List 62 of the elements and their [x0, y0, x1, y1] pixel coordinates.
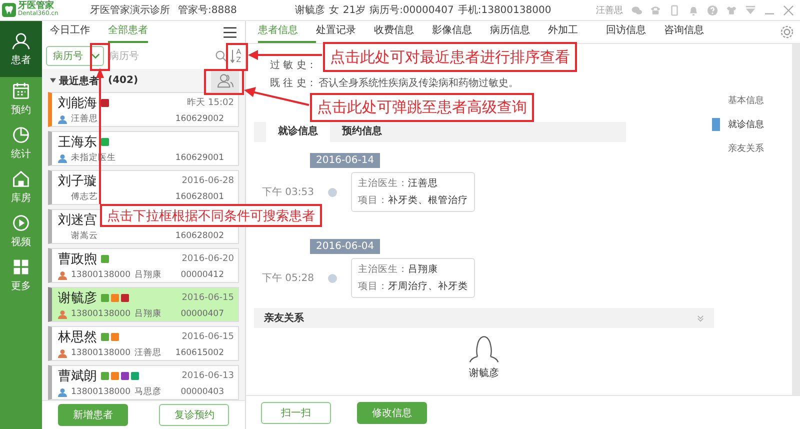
record-number: 160628001 — [175, 192, 224, 202]
doctor-name: 吕翔康 — [134, 269, 162, 281]
field-label: 既 往 史： — [270, 78, 316, 90]
doctor-name: 马思彦 — [134, 386, 162, 398]
annotation-tooltip: 点击此处可对最近患者进行排序查看 — [323, 42, 577, 72]
patient-phone: 13800138000 — [71, 270, 130, 280]
field-label: 主治医生： — [358, 178, 408, 189]
field-label: 过 敏 史： — [270, 60, 316, 72]
date-pill: 2016-06-14 — [310, 152, 380, 168]
logo-name: 牙医管家 — [18, 2, 54, 10]
visit-time: 下午 05:28 — [262, 272, 314, 285]
patient-name: 刘迷宫 — [58, 212, 97, 228]
date-pill: 2016-06-04 — [310, 238, 380, 254]
clinic-name: 牙医管家演示诊所 — [90, 4, 170, 17]
patient-name: 林思然 — [58, 328, 97, 346]
record-number: 病历号:00000407 — [370, 4, 454, 17]
visit-date: 2016-06-20 — [182, 254, 234, 264]
doctor-name: 汪善思 — [71, 113, 98, 125]
record-number: 160628002 — [175, 231, 224, 241]
field-value: 否认全身系统性疾病及传染病和药物过敏史。 — [318, 78, 518, 90]
field-label: 项目： — [358, 195, 388, 206]
patient-name: 王海东 — [58, 134, 97, 150]
visit-date: 2016-06-13 — [182, 370, 234, 380]
section-title: 亲友关系 — [264, 311, 304, 325]
field-value: 补牙类、根管治疗 — [388, 195, 468, 206]
record-number: 160615002 — [175, 348, 224, 358]
field-label: 项目： — [358, 281, 388, 292]
record-number: 00000403 — [180, 387, 224, 397]
doctor-name: 傅志艺 — [71, 191, 98, 203]
visit-date: 2016-06-15 — [182, 332, 234, 342]
group-label: 最近患者 — [59, 74, 99, 88]
field-value: 牙周治疗、补牙类 — [388, 281, 468, 292]
record-number: 00000407 — [180, 309, 224, 319]
patient-phone: 13800138000 — [71, 348, 130, 358]
visit-date: 2016-06-15 — [182, 292, 234, 302]
account-number: 管家号:8888 — [178, 4, 237, 17]
annotation-tooltip: 点击此处可弹跳至患者高级查询 — [310, 93, 534, 122]
patient-name: 刘能海 — [58, 94, 97, 112]
visit-date: 2016-06-28 — [182, 176, 234, 186]
patient-name: 曹政煦 — [58, 250, 97, 268]
doctor-name: 汪善思 — [134, 347, 162, 359]
field-value: 汪善思 — [408, 178, 438, 189]
visit-date: 昨天 15:02 — [187, 96, 234, 109]
record-number: 160629001 — [175, 153, 224, 163]
patient-phone: 13800138000 — [71, 387, 130, 397]
visit-time: 下午 03:53 — [262, 186, 314, 199]
patient-name: 谢毓彦 — [294, 4, 325, 17]
doctor-name: 谢嵩云 — [71, 230, 98, 242]
annotation-tooltip: 点击下拉框根据不同条件可搜索患者 — [100, 204, 322, 227]
patient-phone: 13800138000 — [71, 309, 130, 319]
patient-gender: 女 — [328, 4, 339, 17]
patient-name: 刘子璇 — [58, 172, 97, 190]
record-number: 160629002 — [175, 114, 224, 124]
phone-number: 手机:13800138000 — [458, 4, 552, 17]
field-label: 主治医生： — [358, 264, 408, 275]
patient-age: 21岁 — [342, 4, 366, 17]
group-count: (402) — [108, 75, 138, 86]
doctor-name: 吕翔康 — [134, 308, 162, 320]
record-number: 00000412 — [180, 270, 224, 280]
field-value: 吕翔康 — [408, 264, 438, 275]
patient-name: 曹斌朗 — [58, 368, 97, 384]
patient-name: 谢毓彦 — [58, 290, 97, 306]
